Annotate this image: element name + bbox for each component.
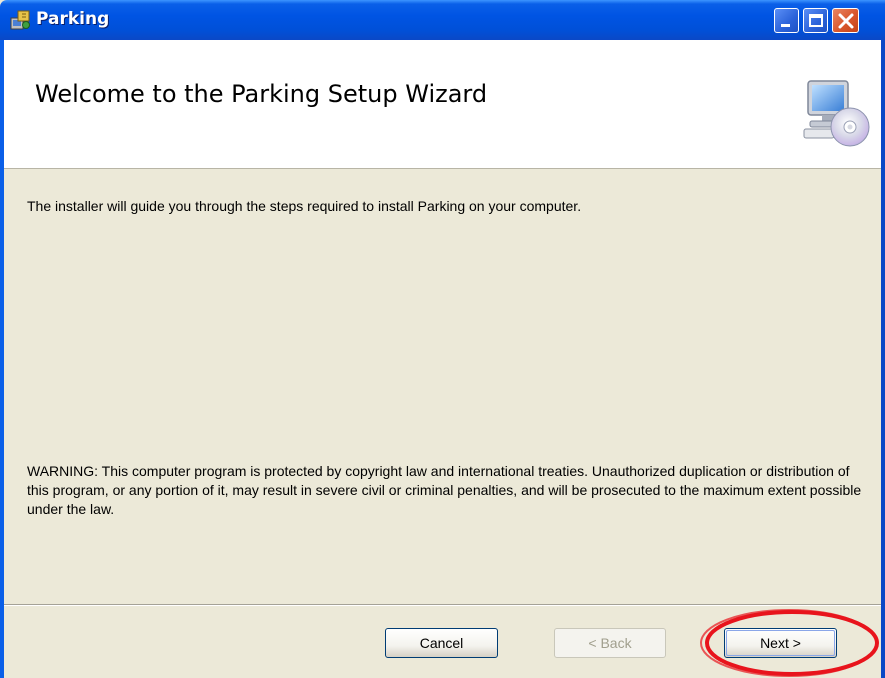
- next-button[interactable]: Next >: [724, 628, 837, 658]
- cancel-button[interactable]: Cancel: [385, 628, 498, 658]
- back-button[interactable]: < Back: [554, 628, 666, 658]
- intro-text: The installer will guide you through the…: [27, 198, 582, 214]
- copyright-warning: WARNING: This computer program is protec…: [27, 463, 862, 517]
- maximize-icon: [809, 14, 823, 27]
- wizard-title: Welcome to the Parking Setup Wizard: [35, 80, 488, 108]
- window-frame-right: [881, 40, 885, 678]
- close-button[interactable]: [832, 8, 859, 33]
- button-bar-divider: [4, 604, 881, 606]
- minimize-button[interactable]: [774, 8, 799, 33]
- setup-wizard-window: Parking Welcome to the Parking Setup Wiz…: [0, 0, 885, 678]
- maximize-button[interactable]: [803, 8, 828, 33]
- title-bar[interactable]: Parking: [0, 0, 885, 40]
- header-banner: Welcome to the Parking Setup Wizard: [4, 40, 881, 169]
- installer-app-icon: [10, 10, 30, 30]
- window-title: Parking: [36, 9, 110, 29]
- computer-cd-icon: [803, 80, 870, 147]
- minimize-icon: [781, 24, 790, 27]
- close-icon: [838, 13, 854, 29]
